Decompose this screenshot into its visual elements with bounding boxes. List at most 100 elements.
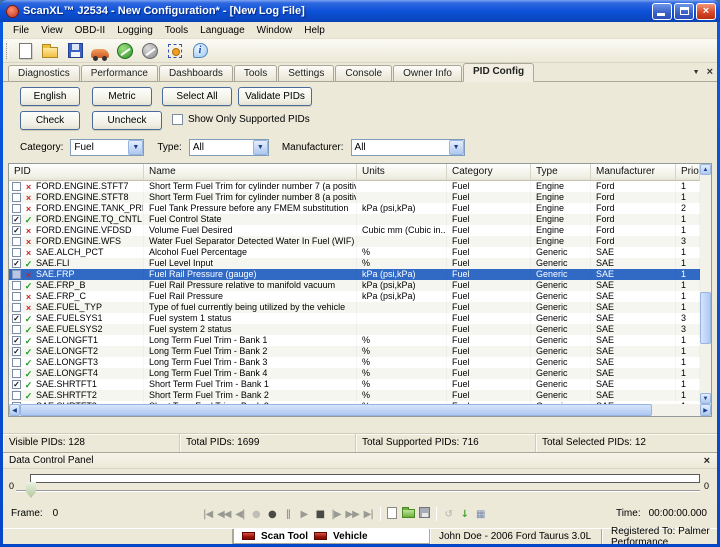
step-back-button[interactable]: ◀| <box>233 509 246 520</box>
table-row[interactable]: ×FORD.ENGINE.WFSWater Fuel Separator Det… <box>9 236 700 247</box>
table-row[interactable]: ×FORD.ENGINE.STFT7Short Term Fuel Trim f… <box>9 181 700 192</box>
pid-checkbox[interactable] <box>12 358 21 367</box>
pid-checkbox[interactable] <box>12 182 21 191</box>
data-grid-button[interactable]: ▦ <box>474 509 487 520</box>
pid-checkbox[interactable] <box>12 391 21 400</box>
pid-checkbox[interactable] <box>12 303 21 312</box>
tab-tools[interactable]: Tools <box>234 65 277 81</box>
table-row[interactable]: ✓✓SAE.LONGFT1Long Term Fuel Trim - Bank … <box>9 335 700 346</box>
table-row[interactable]: ×FORD.ENGINE.STFT8Short Term Fuel Trim f… <box>9 192 700 203</box>
menu-item-obd-ii[interactable]: OBD-II <box>69 23 112 38</box>
uncheck-button[interactable]: Uncheck <box>92 111 162 130</box>
column-header-name[interactable]: Name <box>144 164 357 181</box>
table-row[interactable]: ✓SAE.LONGFT3Long Term Fuel Trim - Bank 3… <box>9 357 700 368</box>
scroll-down-icon[interactable]: ▼ <box>700 393 711 404</box>
table-row[interactable]: ✓✓FORD.ENGINE.TQ_CNTLFuel Control StateF… <box>9 214 700 225</box>
new-configuration-icon[interactable] <box>13 40 37 62</box>
table-row[interactable]: ×SAE.FUEL_TYPType of fuel currently bein… <box>9 302 700 313</box>
vertical-scroll-thumb[interactable] <box>700 292 711 344</box>
column-header-manufacturer[interactable]: Manufacturer <box>591 164 676 181</box>
table-row[interactable]: ✓SAE.LONGFT4Long Term Fuel Trim - Bank 4… <box>9 368 700 379</box>
frame-slider-thumb[interactable] <box>26 482 36 498</box>
pid-checkbox[interactable]: ✓ <box>12 347 21 356</box>
minimize-button[interactable] <box>652 3 672 20</box>
skip-end-button[interactable]: ▶| <box>362 509 375 520</box>
tab-owner-info[interactable]: Owner Info <box>393 65 462 81</box>
close-button[interactable]: × <box>696 3 716 20</box>
table-row[interactable]: ✓✓SAE.FLIFuel Level Input%FuelGenericSAE… <box>9 258 700 269</box>
info-icon[interactable] <box>188 40 212 62</box>
type-select[interactable]: All ▼ <box>189 139 269 156</box>
clear-log-button[interactable]: ↺ <box>442 509 455 520</box>
category-select[interactable]: Fuel ▼ <box>70 139 144 156</box>
table-row[interactable]: ×SAE.FRPFuel Rail Pressure (gauge)kPa (p… <box>9 269 700 280</box>
record-inactive-button[interactable]: ● <box>249 509 262 520</box>
scroll-left-icon[interactable]: ◀ <box>9 404 20 416</box>
pause-button[interactable]: ∥ <box>281 509 294 520</box>
column-header-pid[interactable]: PID <box>9 164 144 181</box>
frame-slider-track[interactable] <box>16 490 700 492</box>
fast-forward-button[interactable]: ▶▶ <box>345 509 358 520</box>
show-only-supported-checkbox[interactable] <box>172 114 183 125</box>
tab-overflow-chevron-icon[interactable]: ▼ <box>693 69 700 76</box>
pid-checkbox[interactable] <box>12 292 21 301</box>
play-button[interactable]: ▶ <box>297 509 310 520</box>
pid-checkbox[interactable] <box>12 325 21 334</box>
pid-checkbox[interactable] <box>12 204 21 213</box>
tab-pid-config[interactable]: PID Config <box>463 63 534 82</box>
validate-pids-button[interactable]: Validate PIDs <box>238 87 312 106</box>
metric-button[interactable]: Metric <box>92 87 152 106</box>
maximize-button[interactable] <box>674 3 694 20</box>
table-row[interactable]: ×FORD.ENGINE.TANK_PRESFuel Tank Pressure… <box>9 203 700 214</box>
column-header-category[interactable]: Category <box>447 164 531 181</box>
skip-start-button[interactable]: |◀ <box>201 509 214 520</box>
open-log-button[interactable] <box>402 507 415 521</box>
table-row[interactable]: ×SAE.ALCH_PCTAlcohol Fuel Percentage%Fue… <box>9 247 700 258</box>
column-header-prior[interactable]: Prior <box>676 164 700 181</box>
vertical-scrollbar[interactable]: ▲ ▼ <box>700 164 711 404</box>
pid-checkbox[interactable] <box>12 248 21 257</box>
menu-item-help[interactable]: Help <box>298 23 331 38</box>
disconnect-icon[interactable] <box>138 40 162 62</box>
pid-checkbox[interactable]: ✓ <box>12 336 21 345</box>
pid-checkbox[interactable]: ✓ <box>12 259 21 268</box>
tab-performance[interactable]: Performance <box>81 65 158 81</box>
menu-item-window[interactable]: Window <box>251 23 299 38</box>
table-row[interactable]: ✓✓SAE.FUELSYS1Fuel system 1 statusFuelGe… <box>9 313 700 324</box>
gauge-select-icon[interactable] <box>163 40 187 62</box>
column-header-units[interactable]: Units <box>357 164 447 181</box>
table-row[interactable]: ✓SAE.SHRTFT2Short Term Fuel Trim - Bank … <box>9 390 700 401</box>
horizontal-scrollbar[interactable]: ◀ ▶ <box>9 404 711 416</box>
tab-diagnostics[interactable]: Diagnostics <box>8 65 80 81</box>
table-row[interactable]: ✓✓SAE.LONGFT2Long Term Fuel Trim - Bank … <box>9 346 700 357</box>
export-log-button[interactable]: ↓ <box>458 509 471 520</box>
new-log-button[interactable] <box>386 507 399 522</box>
rewind-button[interactable]: ◀◀ <box>217 509 230 520</box>
pid-checkbox[interactable] <box>12 237 21 246</box>
scroll-up-icon[interactable]: ▲ <box>700 164 711 175</box>
tab-close-icon[interactable]: × <box>707 68 713 77</box>
horizontal-scroll-thumb[interactable] <box>20 404 652 416</box>
table-row[interactable]: ×SAE.FRP_CFuel Rail PressurekPa (psi,kPa… <box>9 291 700 302</box>
menu-item-view[interactable]: View <box>35 23 69 38</box>
connect-icon[interactable] <box>113 40 137 62</box>
table-row[interactable]: ✓SAE.FUELSYS2Fuel system 2 statusFuelGen… <box>9 324 700 335</box>
save-log-button[interactable] <box>418 507 431 521</box>
panel-close-icon[interactable]: × <box>704 455 710 467</box>
menu-item-logging[interactable]: Logging <box>111 23 159 38</box>
manufacturer-select[interactable]: All ▼ <box>351 139 465 156</box>
tab-console[interactable]: Console <box>335 65 392 81</box>
pid-checkbox[interactable] <box>12 270 21 279</box>
menu-item-language[interactable]: Language <box>194 23 251 38</box>
menu-item-file[interactable]: File <box>7 23 35 38</box>
pid-checkbox[interactable]: ✓ <box>12 380 21 389</box>
pid-checkbox[interactable] <box>12 281 21 290</box>
tab-settings[interactable]: Settings <box>278 65 334 81</box>
column-header-type[interactable]: Type <box>531 164 591 181</box>
save-configuration-icon[interactable] <box>63 40 87 62</box>
open-configuration-icon[interactable] <box>38 40 62 62</box>
scroll-right-icon[interactable]: ▶ <box>700 404 711 416</box>
check-button[interactable]: Check <box>20 111 80 130</box>
record-button[interactable]: ● <box>265 509 278 520</box>
select-all-button[interactable]: Select All <box>162 87 232 106</box>
